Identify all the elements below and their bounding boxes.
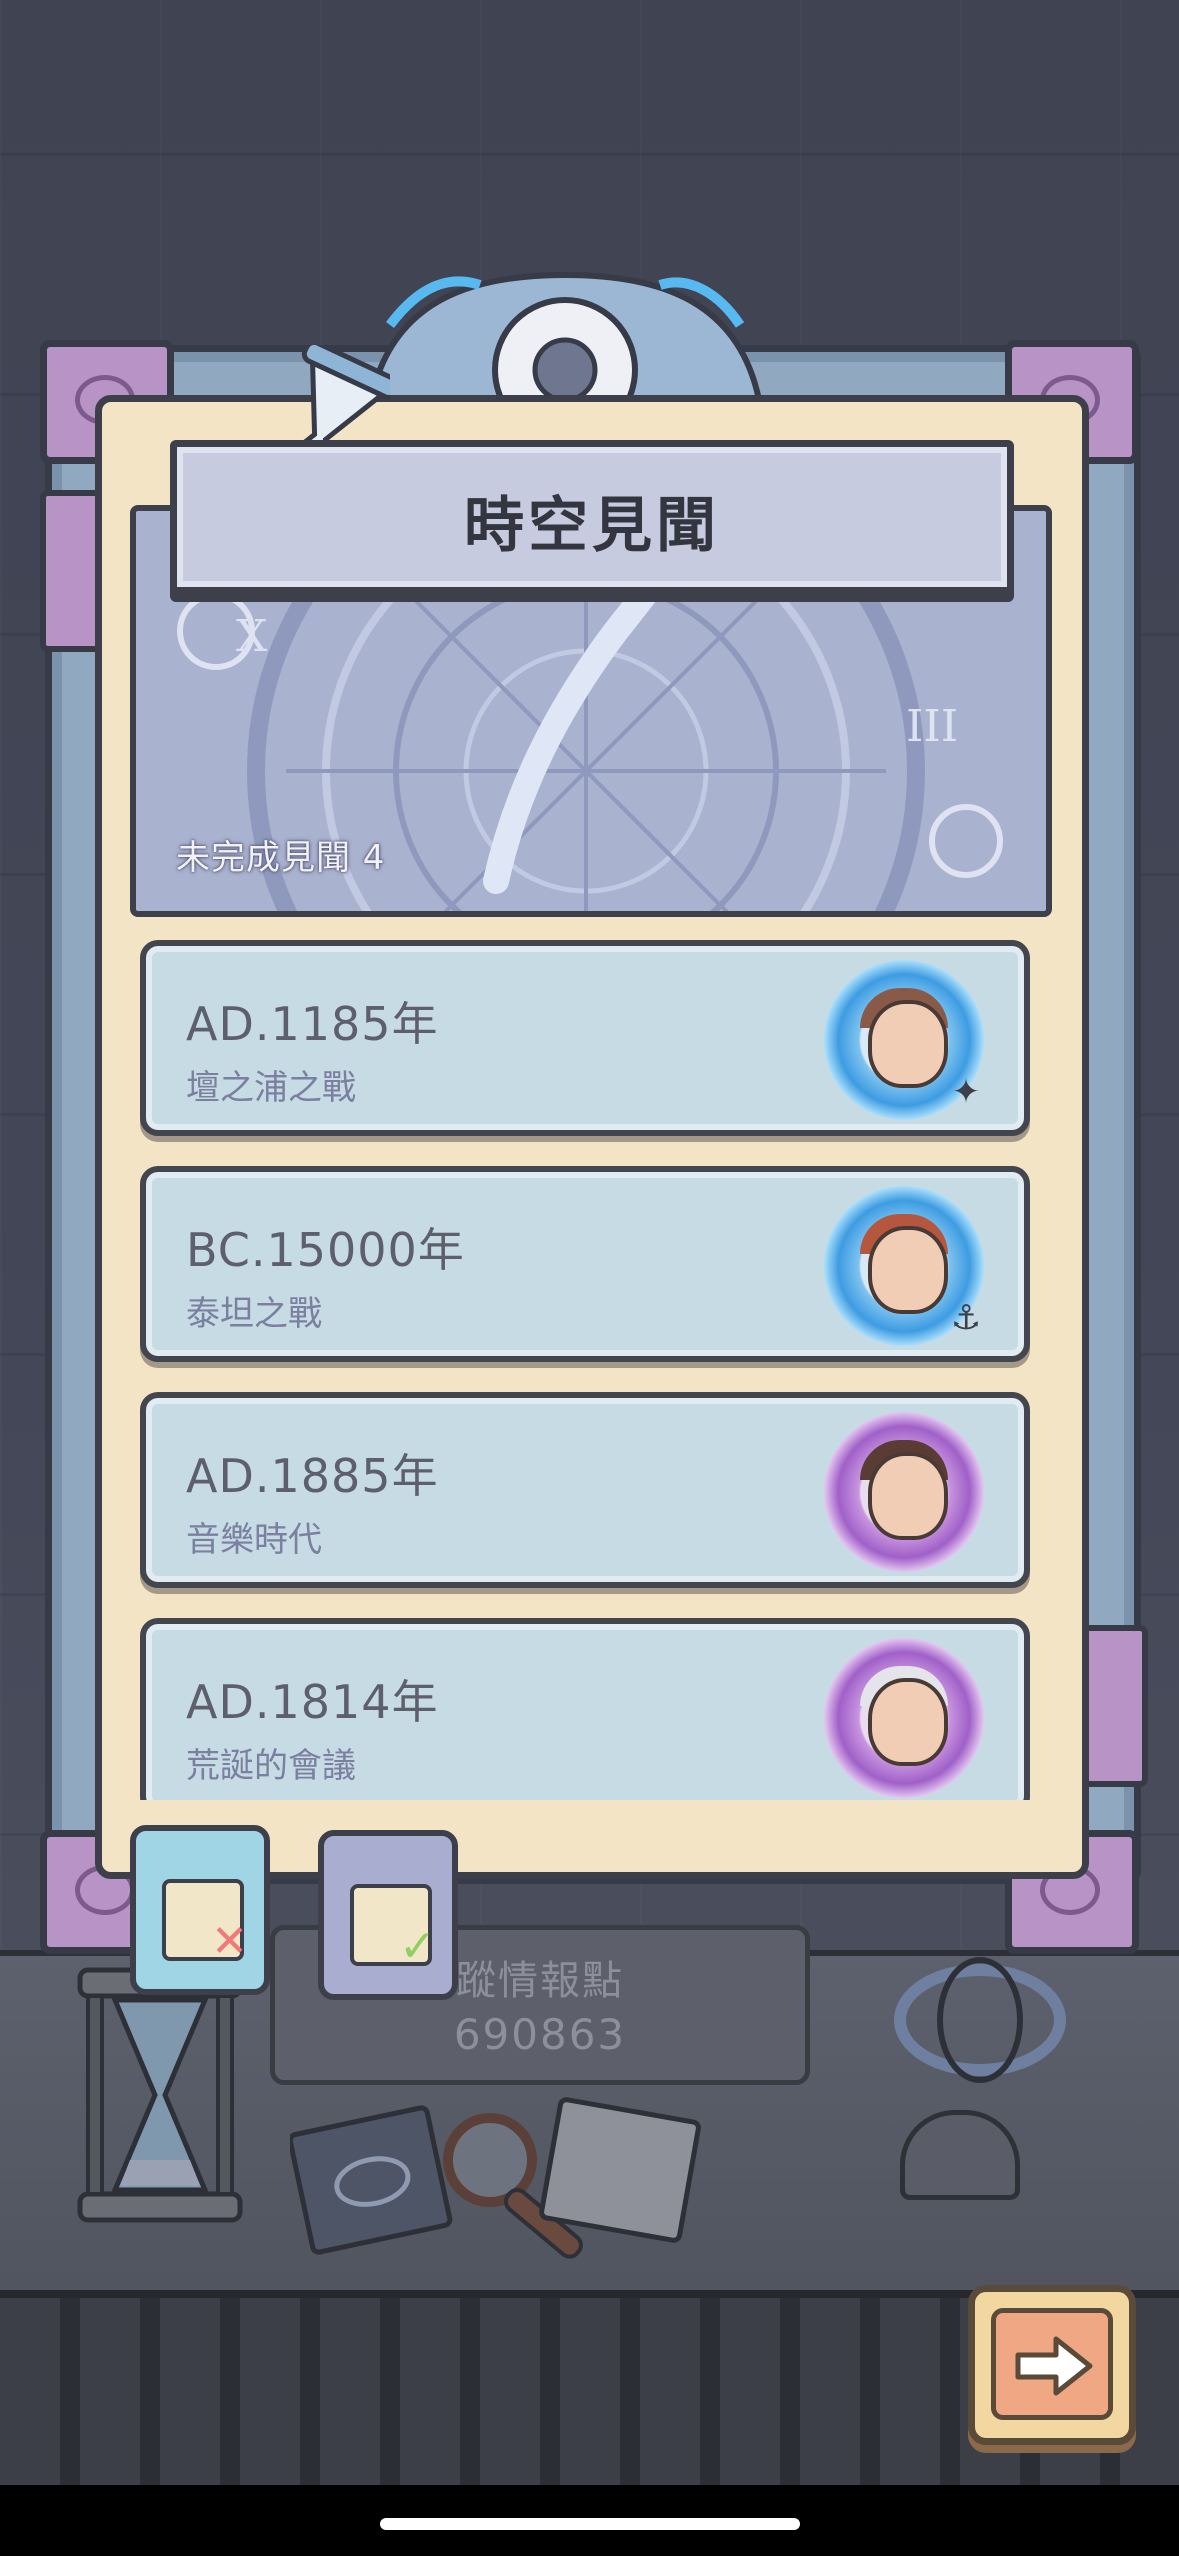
shuriken-icon: ✦ (951, 1072, 981, 1112)
svg-text:III: III (906, 701, 958, 752)
event-year: AD.1885年 (186, 1449, 439, 1503)
portal-avatar: ⚓ (824, 1186, 984, 1346)
portal-avatar (824, 1638, 984, 1798)
portal-avatar (824, 1412, 984, 1572)
arrow-right-icon (991, 2308, 1113, 2420)
event-name: 荒誕的會議 (186, 1746, 356, 1786)
desk-knob-icon (900, 2110, 1020, 2200)
character-face-icon (868, 1452, 948, 1540)
desk-papers-icon (290, 2097, 701, 2259)
event-card[interactable]: BC.15000年 泰坦之戰 ⚓ (140, 1166, 1030, 1362)
portal-avatar: ✦ (824, 960, 984, 1120)
event-list[interactable]: AD.1185年 壇之浦之戰 ✦ BC.15000年 泰坦之戰 ⚓ AD.188… (140, 940, 1036, 1800)
next-button[interactable] (968, 2285, 1136, 2445)
event-name: 音樂時代 (186, 1520, 322, 1560)
arrow-right-shape (1015, 2336, 1093, 2396)
intel-points-value: 690863 (453, 2010, 627, 2059)
title-bar: 時空見聞 (170, 440, 1014, 594)
page-title: 時空見聞 (464, 491, 720, 561)
hook-icon: ⚓ (950, 1298, 982, 1338)
event-year: BC.15000年 (186, 1223, 465, 1277)
desk-hourglass-icon (77, 1967, 243, 2223)
event-name: 泰坦之戰 (186, 1294, 322, 1334)
event-year: AD.1185年 (186, 997, 439, 1051)
tab-completed[interactable]: ✓ (318, 1830, 458, 2000)
event-card[interactable]: AD.1814年 荒誕的會議 (140, 1618, 1030, 1800)
character-face-icon (868, 1000, 948, 1088)
incomplete-count-label: 未完成見聞 4 (176, 838, 386, 878)
tab-incomplete[interactable]: ✕ (130, 1825, 270, 1995)
character-face-icon (868, 1678, 948, 1766)
event-card[interactable]: AD.1885年 音樂時代 (140, 1392, 1030, 1588)
home-indicator[interactable] (380, 2518, 800, 2530)
desk-ring-icon (894, 1957, 1066, 2083)
check-icon: ✓ (399, 1921, 436, 1972)
frame-side-ornament (1080, 1625, 1148, 1787)
character-face-icon (868, 1226, 948, 1314)
event-name: 壇之浦之戰 (186, 1068, 356, 1108)
cross-icon: ✕ (211, 1916, 248, 1967)
event-year: AD.1814年 (186, 1675, 439, 1729)
event-card[interactable]: AD.1185年 壇之浦之戰 ✦ (140, 940, 1030, 1136)
